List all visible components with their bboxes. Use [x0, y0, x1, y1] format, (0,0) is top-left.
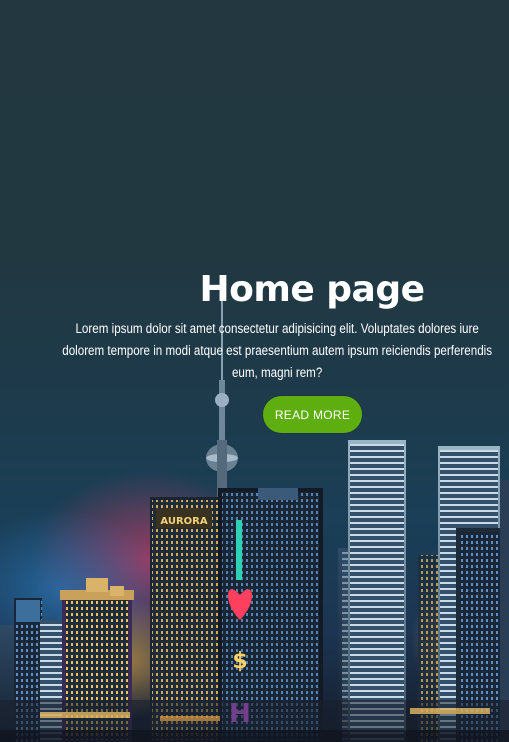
page-title: Home page: [199, 269, 425, 310]
aurora-sign: AURORA: [160, 516, 207, 527]
svg-text:$: $: [232, 649, 247, 674]
read-more-button[interactable]: READ MORE: [263, 396, 362, 433]
hero-section: AURORA $ H Home page Lorem ipsum dolor s…: [0, 0, 509, 742]
hero-description: Lorem ipsum dolor sit amet consectetur a…: [62, 321, 493, 380]
